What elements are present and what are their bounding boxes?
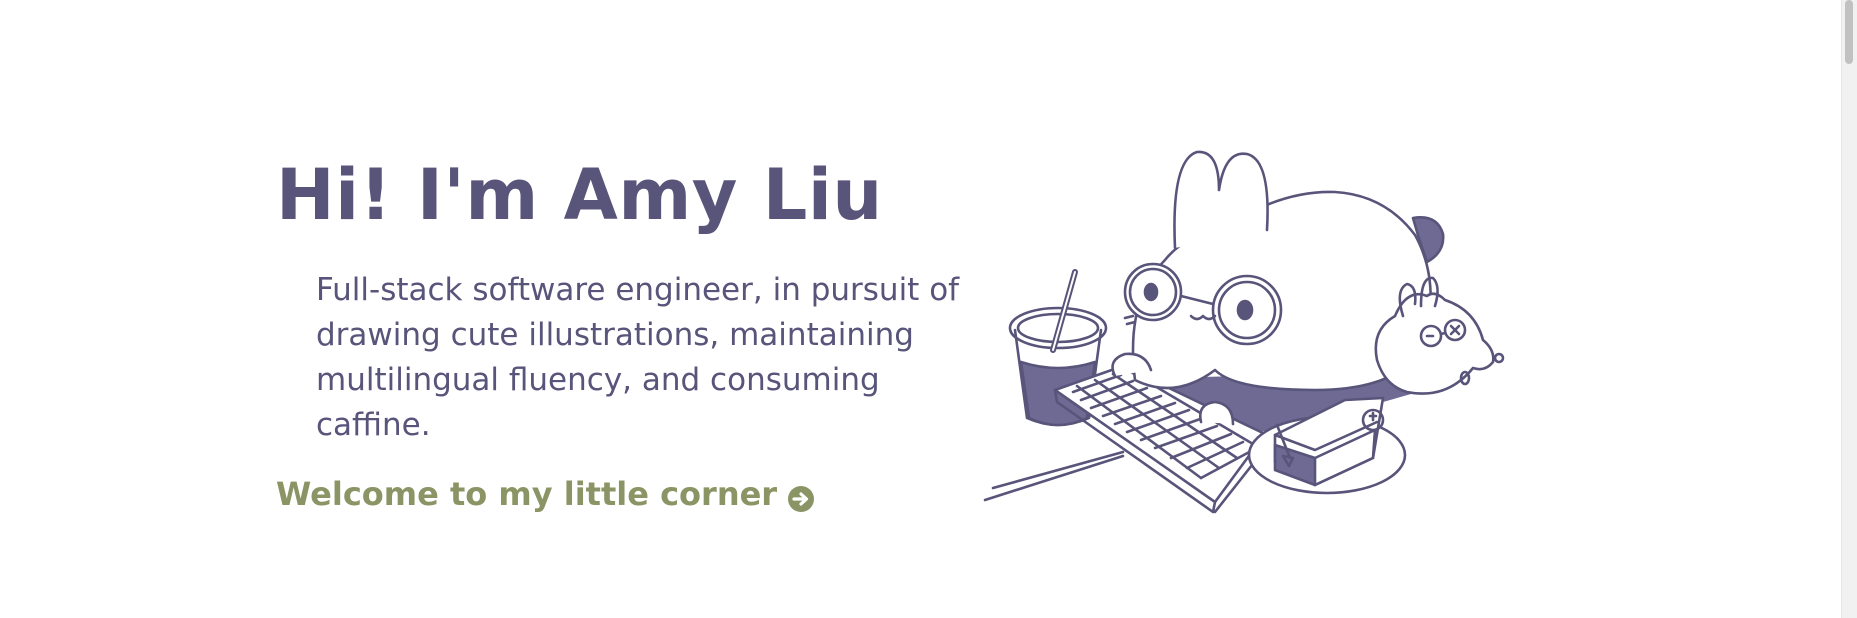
hero-description: Full-stack software engineer, in pursuit…	[316, 272, 960, 443]
scrollbar[interactable]	[1841, 0, 1857, 618]
bunny-illustration	[983, 150, 1505, 514]
scrollbar-thumb[interactable]	[1845, 0, 1853, 64]
hero-section: Hi! I'm Amy Liu Full-stack software engi…	[0, 0, 1840, 618]
arrow-circle-right-icon	[787, 480, 815, 512]
welcome-link-label: Welcome to my little corner	[276, 475, 778, 513]
welcome-link[interactable]: Welcome to my little corner	[276, 472, 815, 516]
page-title: Hi! I'm Amy Liu	[276, 154, 883, 236]
cable-icon	[983, 450, 1125, 502]
